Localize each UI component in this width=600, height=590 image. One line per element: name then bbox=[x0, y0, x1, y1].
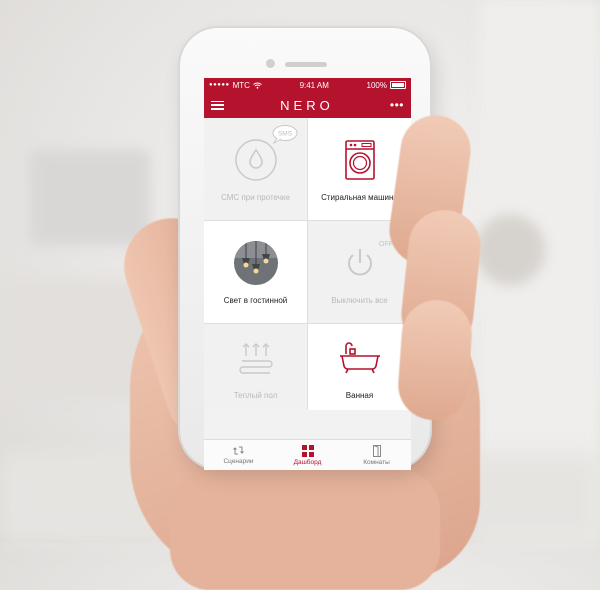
status-time: 9:41 AM bbox=[299, 80, 329, 90]
tab-scenarios[interactable]: Сценарии bbox=[204, 440, 273, 470]
dashboard-grid: SMS СМС при протечке Стиральная машина С… bbox=[204, 118, 411, 410]
hamburger-menu-icon[interactable] bbox=[211, 100, 224, 110]
status-bar: ●●●●● МТС 9:41 AM 100% bbox=[204, 78, 411, 92]
phone: ●●●●● МТС 9:41 AM 100% NERO ••• SMS СМС … bbox=[180, 28, 430, 470]
app-header: NERO ••• bbox=[204, 92, 411, 118]
wifi-icon bbox=[253, 82, 262, 89]
tab-rooms[interactable]: Комнаты bbox=[342, 440, 411, 470]
hand-wrist bbox=[170, 470, 440, 590]
tile-label: Свет в гостинной bbox=[223, 295, 288, 305]
tile-heated-floor[interactable]: Теплый пол bbox=[204, 324, 307, 410]
washing-machine-icon bbox=[337, 137, 383, 183]
phone-screen: ●●●●● МТС 9:41 AM 100% NERO ••• SMS СМС … bbox=[204, 78, 411, 470]
tile-label: СМС при протечке bbox=[221, 192, 290, 202]
bathtub-icon bbox=[337, 335, 383, 381]
tab-label: Дашборд bbox=[293, 458, 322, 466]
pendant-lamps-photo bbox=[233, 240, 279, 286]
door-icon bbox=[372, 444, 381, 457]
background-tv bbox=[30, 150, 150, 245]
bottom-tab-bar: Сценарии Дашборд Комнаты bbox=[204, 439, 411, 470]
battery-percent: 100% bbox=[366, 80, 387, 90]
tile-living-room-light[interactable]: Свет в гостинной bbox=[204, 221, 307, 323]
tile-label: Стиральная машина bbox=[321, 192, 398, 202]
front-camera bbox=[266, 59, 275, 68]
scenarios-icon bbox=[233, 446, 244, 455]
tile-label: Выключить все bbox=[331, 295, 388, 305]
dashboard-grid-icon bbox=[301, 444, 314, 457]
signal-icon: ●●●●● bbox=[209, 82, 230, 88]
power-icon bbox=[337, 240, 383, 286]
tile-label: Ванная bbox=[345, 390, 374, 400]
tile-bathroom[interactable]: Ванная bbox=[308, 324, 411, 410]
sms-bubble-icon: SMS bbox=[272, 125, 298, 144]
carrier-name: МТС bbox=[232, 80, 250, 90]
battery-icon bbox=[390, 81, 406, 89]
tab-label: Сценарии bbox=[223, 458, 254, 465]
hand-ring-finger bbox=[395, 297, 475, 423]
tile-label: Теплый пол bbox=[233, 390, 278, 400]
earpiece-speaker bbox=[285, 62, 327, 67]
tab-label: Комнаты bbox=[363, 458, 390, 466]
background-clock bbox=[475, 215, 545, 285]
tab-dashboard[interactable]: Дашборд bbox=[273, 440, 342, 470]
brand-logo: NERO bbox=[280, 97, 334, 113]
sms-badge-text: SMS bbox=[278, 131, 293, 138]
tile-sms-on-leak[interactable]: SMS СМС при протечке bbox=[204, 118, 307, 220]
more-options-icon[interactable]: ••• bbox=[390, 99, 404, 111]
heated-floor-icon bbox=[233, 335, 279, 381]
